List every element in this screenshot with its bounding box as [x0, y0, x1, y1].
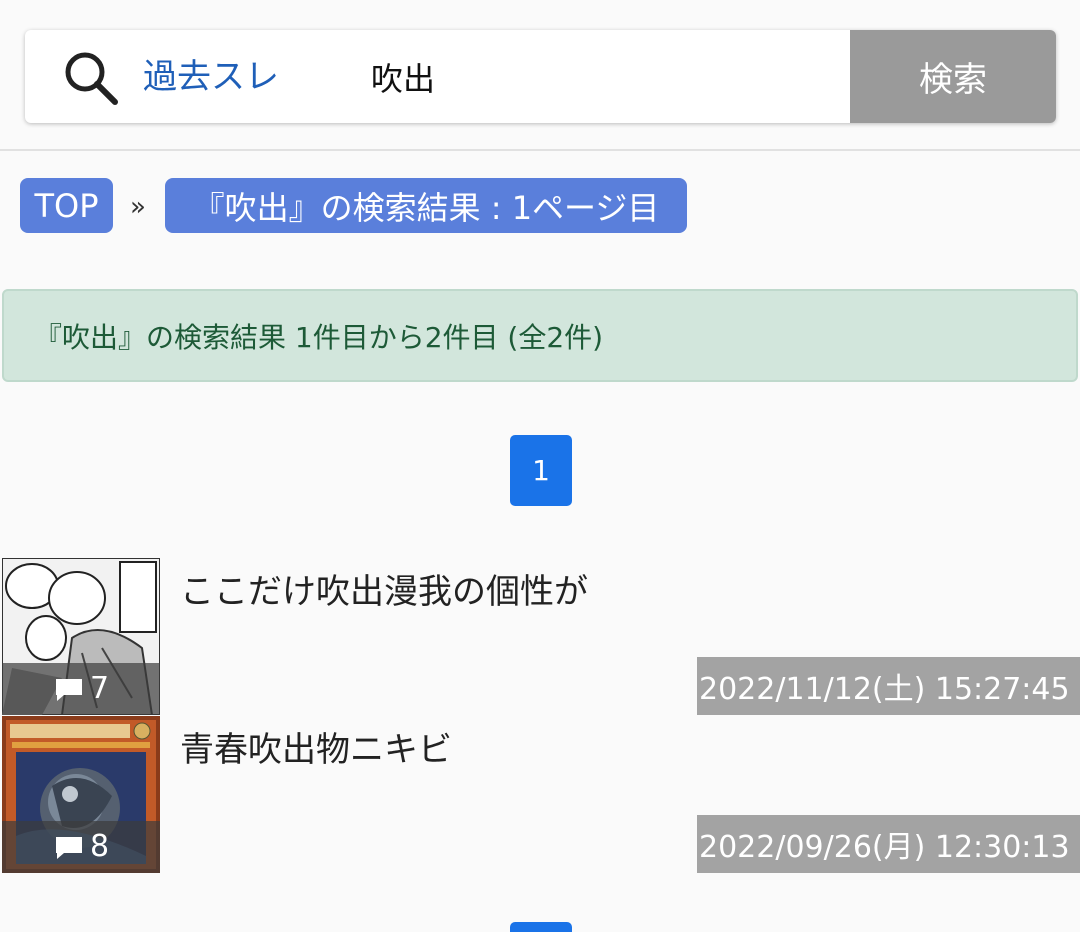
comment-count-badge: 8	[2, 821, 160, 873]
thread-date: 2022/09/26(月) 12:30:13	[697, 815, 1080, 873]
thread-title[interactable]: ここだけ吹出漫我の個性が	[180, 568, 588, 616]
header-divider	[0, 149, 1080, 151]
pagination-bottom[interactable]	[510, 922, 572, 932]
breadcrumb-separator: »	[130, 192, 146, 222]
pagination-page-1[interactable]: 1	[510, 435, 572, 506]
comment-icon	[56, 679, 82, 701]
search-button[interactable]: 検索	[850, 30, 1056, 123]
comment-icon	[56, 837, 82, 859]
thread-date: 2022/11/12(土) 15:27:45	[697, 657, 1080, 715]
thread-item[interactable]: 8 青春吹出物ニキビ 2022/09/26(月) 12:30:13	[0, 716, 1080, 873]
thread-item[interactable]: 7 ここだけ吹出漫我の個性が 2022/11/12(土) 15:27:45	[0, 558, 1080, 715]
breadcrumb-top-link[interactable]: TOP	[20, 178, 113, 233]
search-bar: 過去スレ 検索	[25, 30, 1056, 123]
search-input[interactable]	[371, 52, 841, 102]
breadcrumb-current[interactable]: 『吹出』の検索結果 : 1ページ目	[165, 178, 687, 233]
comment-count: 8	[90, 829, 110, 864]
comment-count: 7	[90, 671, 110, 706]
thread-title[interactable]: 青春吹出物ニキビ	[180, 726, 452, 774]
comment-count-badge: 7	[2, 663, 160, 715]
search-scope-selector[interactable]: 過去スレ	[143, 57, 279, 97]
search-icon[interactable]	[61, 48, 119, 106]
results-summary: 『吹出』の検索結果 1件目から2件目 (全2件)	[2, 289, 1078, 382]
